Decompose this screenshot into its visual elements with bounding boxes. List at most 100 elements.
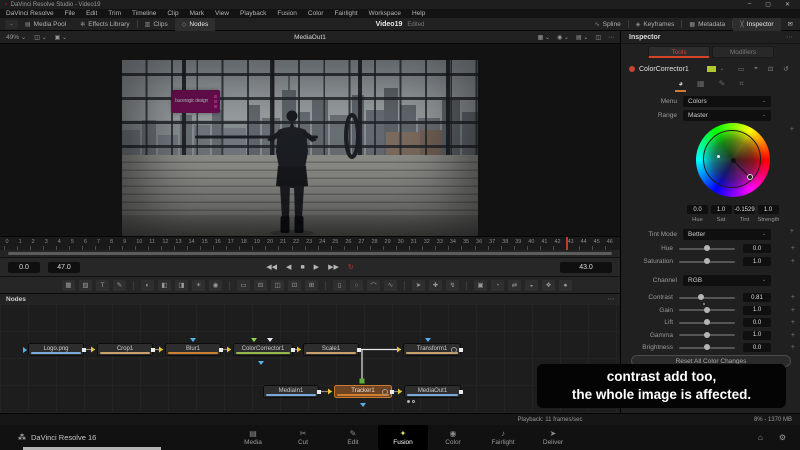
fx-tool-4-0-icon[interactable]: ➤ xyxy=(412,280,425,291)
close-button[interactable]: ✕ xyxy=(785,1,790,8)
home-icon[interactable]: ⌂ xyxy=(758,433,763,442)
menu-timeline[interactable]: Timeline xyxy=(132,10,156,17)
fx-tool-5-0-icon[interactable]: ▣ xyxy=(474,280,487,291)
gamma-value-field[interactable]: 1.0 xyxy=(743,331,771,340)
last-frame-button[interactable]: ▶▶ xyxy=(328,263,339,271)
value-field-hue[interactable]: 0.0 xyxy=(687,205,708,214)
viewer-panel[interactable]: 1920x1080xfloat32 xyxy=(0,44,620,236)
media-pool-button[interactable]: ▤Media Pool xyxy=(18,18,73,31)
channel-dropdown[interactable]: RGB⌄ xyxy=(683,275,771,286)
in-point-field[interactable]: 0.0 xyxy=(8,262,40,273)
fx-tool-1-4-icon[interactable]: ◉ xyxy=(209,280,222,291)
slider-thumb[interactable] xyxy=(704,332,710,338)
page-cut[interactable]: ✂Cut xyxy=(278,425,328,450)
node-output[interactable] xyxy=(291,348,295,352)
viewer-header-icon-0[interactable]: ▦ ⌄ xyxy=(538,34,550,41)
node-graph[interactable]: Logo.pngCrop1Blur1ColorCorrector1Scale1T… xyxy=(0,304,620,413)
minimize-button[interactable]: – xyxy=(748,1,751,8)
stop-button[interactable]: ■ xyxy=(300,264,304,271)
node-mediaout1[interactable]: MediaOut1 xyxy=(404,385,461,398)
fx-tool-0-0-icon[interactable]: ▦ xyxy=(62,280,75,291)
fx-tool-5-3-icon[interactable]: ◒ xyxy=(525,280,538,291)
metadata-button[interactable]: ▦Metadata xyxy=(682,18,732,31)
fx-tool-5-4-icon[interactable]: ❖ xyxy=(542,280,555,291)
value-field-strength[interactable]: 1.0 xyxy=(758,205,779,214)
slider-thumb[interactable] xyxy=(704,258,710,264)
inspector-tab-tools[interactable]: Tools xyxy=(648,46,710,58)
keyframes-button[interactable]: ◈Keyframes xyxy=(629,18,682,31)
node-output[interactable] xyxy=(82,348,86,352)
swatch-chevron-icon[interactable]: ⌄ xyxy=(720,66,724,72)
contrast-value-field[interactable]: 0.81 xyxy=(743,293,771,302)
saturation-value-field[interactable]: 1.0 xyxy=(743,257,771,266)
lock-icon[interactable]: ⊡ xyxy=(768,65,773,73)
versions-icon[interactable]: ▭ xyxy=(738,65,744,73)
keyframe-plus[interactable]: + xyxy=(791,245,795,252)
value-field-sat[interactable]: 1.0 xyxy=(711,205,732,214)
menu-dropdown[interactable]: Colors⌄ xyxy=(683,96,771,107)
fx-tool-3-0-icon[interactable]: ▯ xyxy=(333,280,346,291)
keyframe-plus[interactable]: + xyxy=(791,319,795,326)
fx-tool-3-1-icon[interactable]: ○ xyxy=(350,280,363,291)
node-colorcorrector1[interactable]: ColorCorrector1 xyxy=(233,343,293,356)
step-back-button[interactable]: ◀ xyxy=(286,263,291,271)
node-scale1[interactable]: Scale1 xyxy=(303,343,359,356)
fx-tool-2-4-icon[interactable]: ⊞ xyxy=(305,280,318,291)
menu-fusion[interactable]: Fusion xyxy=(277,10,297,17)
play-button[interactable]: ▶ xyxy=(314,263,319,271)
menu-workspace[interactable]: Workspace xyxy=(369,10,401,17)
gain-value-field[interactable]: 1.0 xyxy=(743,306,771,315)
effects-library-button[interactable]: ✻Effects Library xyxy=(73,18,136,31)
keyframe-plus[interactable]: + xyxy=(791,307,795,314)
ranges-tab[interactable]: ▦ xyxy=(697,79,705,89)
options-tab[interactable]: ✎ xyxy=(719,79,726,89)
viewer-header-icon-2[interactable]: ▤ ⌄ xyxy=(576,34,588,41)
nodes-menu-icon[interactable]: ⋯ xyxy=(608,295,615,303)
viewer-assign-dots[interactable] xyxy=(407,400,415,403)
hue-value-field[interactable]: 0.0 xyxy=(743,244,771,253)
fx-tool-1-1-icon[interactable]: ◧ xyxy=(158,280,171,291)
node-mediain1[interactable]: MediaIn1 xyxy=(263,385,319,398)
timeline-ruler[interactable]: 0123456789101112131415161718192021222324… xyxy=(0,236,620,250)
tint-keyframe-plus[interactable]: + xyxy=(790,228,794,235)
node-blur1[interactable]: Blur1 xyxy=(165,343,221,356)
settings-tab[interactable]: ⌗ xyxy=(739,79,744,89)
menu-davinci-resolve[interactable]: DaVinci Resolve xyxy=(6,10,54,17)
node-output[interactable] xyxy=(317,390,321,394)
slider-thumb[interactable] xyxy=(704,307,710,313)
fx-tool-3-2-icon[interactable]: ⌒ xyxy=(367,280,380,291)
inspector-button[interactable]: ╳Inspector xyxy=(733,18,780,31)
fx-tool-5-5-icon[interactable]: ● xyxy=(559,280,572,291)
inspector-menu-icon[interactable]: ⋯ xyxy=(786,33,793,41)
node-output[interactable] xyxy=(459,390,463,394)
scrollbar-thumb[interactable] xyxy=(8,252,612,255)
wheel-keyframe-plus[interactable]: + xyxy=(790,126,794,133)
slider-thumb[interactable] xyxy=(704,319,710,325)
page-fairlight[interactable]: ♪Fairlight xyxy=(478,425,528,450)
node-output[interactable] xyxy=(459,348,463,352)
fx-tool-0-2-icon[interactable]: T xyxy=(96,280,109,291)
page-deliver[interactable]: ➤Deliver xyxy=(528,425,578,450)
current-frame-field[interactable]: 43.0 xyxy=(560,262,612,273)
slider-thumb[interactable] xyxy=(704,245,710,251)
menu-clip[interactable]: Clip xyxy=(167,10,178,17)
fx-tool-2-1-icon[interactable]: ⊟ xyxy=(254,280,267,291)
fx-tool-5-2-icon[interactable]: ⇄ xyxy=(508,280,521,291)
viewer-header-icon-3[interactable]: ◫ xyxy=(595,34,601,41)
fx-tool-0-3-icon[interactable]: ✎ xyxy=(113,280,126,291)
keyframe-plus[interactable]: + xyxy=(791,258,795,265)
timeline-scrollbar[interactable] xyxy=(0,250,620,257)
node-output[interactable] xyxy=(390,390,394,394)
maximize-button[interactable]: ▢ xyxy=(765,1,771,8)
menu-file[interactable]: File xyxy=(65,10,75,17)
viewer-header-icon-1[interactable]: ◉ ⌄ xyxy=(557,34,569,41)
gain-slider[interactable] xyxy=(679,309,735,311)
page-color[interactable]: ◉Color xyxy=(428,425,478,450)
brightness-slider[interactable] xyxy=(679,347,735,349)
menu-view[interactable]: View xyxy=(215,10,229,17)
menu-color[interactable]: Color xyxy=(308,10,324,17)
node-enable-toggle[interactable] xyxy=(629,66,635,72)
page-fusion[interactable]: ✦Fusion xyxy=(378,425,428,450)
node-crop1[interactable]: Crop1 xyxy=(97,343,153,356)
slider-thumb[interactable] xyxy=(704,344,710,350)
